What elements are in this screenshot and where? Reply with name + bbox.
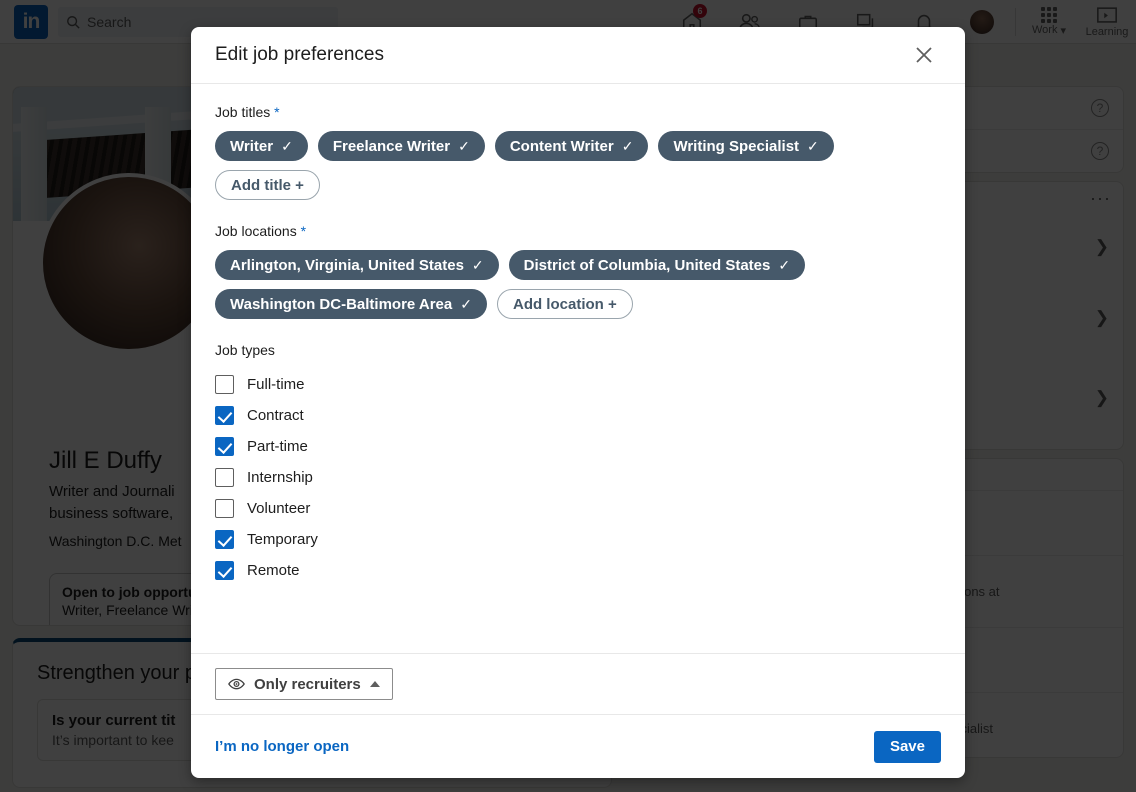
checkbox[interactable] — [215, 530, 234, 549]
job-type-label: Volunteer — [247, 500, 311, 517]
job-location-pill[interactable]: District of Columbia, United States ✓ — [508, 250, 806, 280]
close-icon — [916, 47, 932, 63]
modal-body: Job titles * Writer ✓ Freelance Writer ✓… — [191, 84, 965, 653]
job-location-pill[interactable]: Arlington, Virginia, United States ✓ — [215, 250, 499, 280]
job-type-option-part-time[interactable]: Part-time — [215, 431, 941, 462]
checkbox[interactable] — [215, 437, 234, 456]
close-button[interactable] — [907, 38, 941, 72]
check-icon: ✓ — [458, 137, 470, 154]
job-locations-pills: Arlington, Virginia, United States ✓ Dis… — [215, 250, 941, 319]
job-title-pill-label: Freelance Writer — [332, 137, 451, 155]
job-type-option-full-time[interactable]: Full-time — [215, 369, 941, 400]
job-type-option-contract[interactable]: Contract — [215, 400, 941, 431]
job-title-pill[interactable]: Freelance Writer ✓ — [317, 131, 485, 161]
page-title: Edit job preferences — [215, 44, 384, 65]
save-button[interactable]: Save — [873, 730, 941, 763]
check-icon: ✓ — [460, 295, 472, 312]
job-titles-label: Job titles * — [215, 104, 941, 120]
no-longer-open-button[interactable]: I’m no longer open — [215, 738, 349, 755]
checkbox[interactable] — [215, 468, 234, 487]
job-titles-pills: Writer ✓ Freelance Writer ✓ Content Writ… — [215, 131, 941, 200]
job-locations-section: Job locations * Arlington, Virginia, Uni… — [215, 223, 941, 319]
job-locations-label-text: Job locations — [215, 223, 297, 239]
job-locations-label: Job locations * — [215, 223, 941, 239]
job-location-pill-label: Washington DC-Baltimore Area — [230, 295, 453, 313]
checkbox[interactable] — [215, 561, 234, 580]
eye-icon — [228, 678, 245, 690]
job-type-label: Internship — [247, 469, 313, 486]
check-icon: ✓ — [471, 256, 484, 273]
checkbox[interactable] — [215, 499, 234, 518]
modal-footer: I’m no longer open Save — [191, 714, 965, 778]
job-location-pill-label: District of Columbia, United States — [523, 256, 771, 274]
job-title-pill-label: Writer — [230, 137, 274, 155]
modal-header: Edit job preferences — [191, 27, 965, 84]
job-type-option-internship[interactable]: Internship — [215, 462, 941, 493]
visibility-bar: Only recruiters — [191, 653, 965, 714]
checkbox[interactable] — [215, 375, 234, 394]
job-type-option-temporary[interactable]: Temporary — [215, 524, 941, 555]
job-type-label: Full-time — [247, 376, 305, 393]
add-location-button[interactable]: Add location + — [496, 289, 633, 319]
job-title-pill-label: Content Writer — [509, 137, 614, 155]
job-title-pill[interactable]: Content Writer ✓ — [494, 131, 649, 161]
job-types-label: Job types — [215, 342, 275, 358]
job-type-label: Remote — [247, 562, 300, 579]
checkbox[interactable] — [215, 406, 234, 425]
job-type-label: Contract — [247, 407, 304, 424]
job-title-pill[interactable]: Writing Specialist ✓ — [658, 131, 834, 161]
job-title-pill[interactable]: Writer ✓ — [215, 131, 308, 161]
job-types-section: Job types Full-time Contract Part-time I… — [215, 342, 941, 586]
edit-job-preferences-modal: Edit job preferences Job titles * Writer — [191, 27, 965, 778]
check-icon: ✓ — [621, 137, 634, 154]
job-titles-section: Job titles * Writer ✓ Freelance Writer ✓… — [215, 104, 941, 200]
job-type-label: Temporary — [247, 531, 318, 548]
visibility-dropdown-label: Only recruiters — [254, 675, 361, 693]
add-title-button[interactable]: Add title + — [215, 170, 320, 200]
job-location-pill[interactable]: Washington DC-Baltimore Area ✓ — [215, 289, 487, 319]
job-title-pill-label: Writing Specialist — [673, 137, 800, 155]
screen: in Search 6 — [0, 0, 1136, 792]
check-icon: ✓ — [807, 137, 819, 154]
check-icon: ✓ — [778, 256, 791, 273]
job-type-option-remote[interactable]: Remote — [215, 555, 941, 586]
job-titles-label-text: Job titles — [215, 104, 271, 120]
job-type-label: Part-time — [247, 438, 308, 455]
required-marker: * — [274, 104, 280, 120]
check-icon: ✓ — [281, 137, 293, 154]
chevron-up-icon — [369, 681, 380, 687]
required-marker: * — [300, 223, 307, 239]
job-type-option-volunteer[interactable]: Volunteer — [215, 493, 941, 524]
visibility-dropdown[interactable]: Only recruiters — [215, 668, 393, 700]
job-location-pill-label: Arlington, Virginia, United States — [230, 256, 464, 274]
